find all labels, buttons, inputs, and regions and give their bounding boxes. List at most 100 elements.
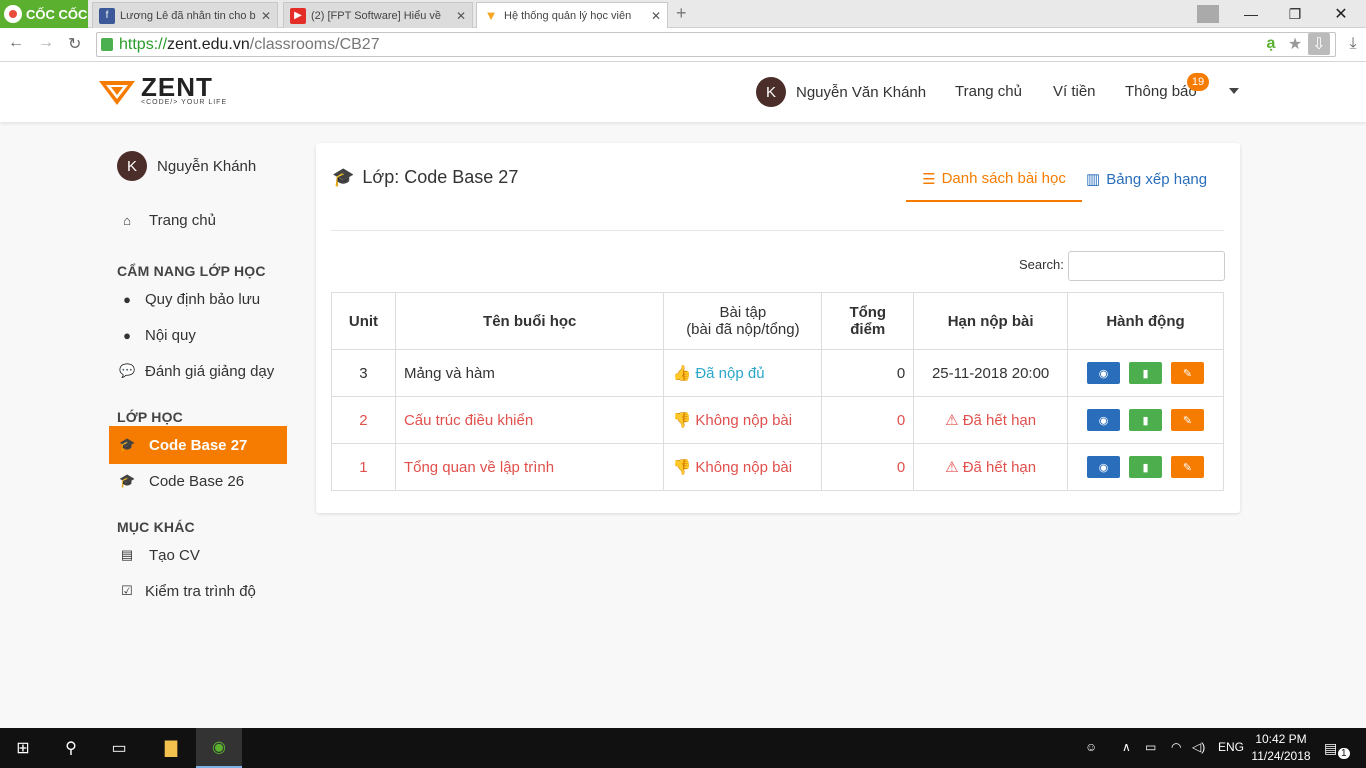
sidebar-item-create-cv[interactable]: ▤ Tạo CV	[109, 537, 287, 573]
nav-link-notifications[interactable]: Thông báo	[1125, 83, 1197, 100]
sidebar-item-codebase27[interactable]: 🎓 Code Base 27	[109, 426, 287, 464]
nav-link-wallet[interactable]: Ví tiền	[1053, 83, 1096, 100]
browser-tab-youtube[interactable]: ▶ (2) [FPT Software] Hiểu về ✕	[283, 2, 473, 28]
url-input[interactable]: https://zent.edu.vn/classrooms/CB27	[96, 32, 1336, 57]
input-language[interactable]: ENG	[1218, 740, 1244, 754]
view-button[interactable]: ◉	[1087, 362, 1120, 384]
coccoc-menu-button[interactable]: CỐC CỐC	[0, 0, 88, 28]
column-header-deadline[interactable]: Hạn nộp bài	[913, 292, 1068, 350]
file-explorer-icon[interactable]: ▇	[148, 728, 194, 768]
header-homework-sub: (bài đã nộp/tổng)	[686, 321, 800, 338]
navbar-user[interactable]: K Nguyễn Văn Khánh	[756, 77, 926, 107]
homework-button[interactable]: ▮	[1129, 362, 1162, 384]
sidebar-item-retention-policy[interactable]: ● Quy định bảo lưu	[109, 281, 287, 317]
warning-icon: ⚠	[945, 459, 959, 476]
sidebar-item-codebase26[interactable]: 🎓 Code Base 26	[109, 463, 287, 499]
minimize-icon[interactable]: —	[1228, 0, 1274, 28]
bookmark-star-icon[interactable]: ★	[1284, 33, 1306, 55]
close-tab-icon[interactable]: ✕	[651, 9, 661, 23]
action-center-icon[interactable]: ▤	[1324, 740, 1337, 757]
chevron-down-icon[interactable]	[1229, 88, 1239, 94]
volume-icon[interactable]: ◁)	[1192, 740, 1205, 754]
column-header-homework[interactable]: Bài tập (bài đã nộp/tổng)	[663, 292, 823, 350]
sidebar-item-teaching-review[interactable]: 💬 Đánh giá giảng dạy	[109, 353, 287, 389]
sidebar-item-home[interactable]: ⌂ Trang chủ	[109, 202, 287, 238]
graduation-cap-icon: 🎓	[119, 473, 136, 488]
windows-taskbar: ⊞ ⚲ ▭ ▇ ◉ ☺ ∧ ▭ ◠ ◁) ENG 10:42 PM 11/24/…	[0, 728, 1366, 768]
table-row: 1 Tổng quan về lập trình 👎 Không nộp bài…	[331, 443, 1224, 491]
profile-icon[interactable]	[1186, 0, 1230, 28]
tab-title: (2) [FPT Software] Hiểu về	[311, 9, 442, 22]
submit-button[interactable]: ✎	[1171, 362, 1204, 384]
chevron-up-icon[interactable]: ∧	[1122, 740, 1131, 754]
page-title-text: Lớp: Code Base 27	[362, 167, 519, 187]
tab-lesson-list[interactable]: ☰ Danh sách bài học	[906, 170, 1082, 202]
graduation-cap-icon: 🎓	[332, 167, 355, 187]
sidebar-user[interactable]: K Nguyễn Khánh	[117, 151, 256, 181]
coccoc-taskbar-icon[interactable]: ◉	[196, 728, 242, 768]
sidebar-section-other: MỤC KHÁC	[117, 519, 195, 535]
new-tab-icon[interactable]: +	[676, 3, 687, 24]
sidebar-item-label: Code Base 27	[149, 436, 248, 454]
lesson-table: Unit Tên buổi học Bài tập (bài đã nộp/tổn…	[331, 292, 1224, 491]
close-tab-icon[interactable]: ✕	[261, 9, 271, 23]
cell-status: 👍 Đã nộp đủ	[663, 349, 823, 397]
column-header-lesson-name[interactable]: Tên buổi học	[394, 292, 665, 350]
clock-time: 10:42 PM	[1255, 732, 1307, 746]
file-icon: ▮	[1142, 461, 1149, 474]
taskbar-clock[interactable]: 10:42 PM 11/24/2018	[1248, 731, 1314, 765]
reload-icon[interactable]: ↻	[68, 34, 81, 54]
cell-lesson-name: Tổng quan về lập trình	[394, 443, 665, 491]
eye-icon: ◉	[1098, 367, 1109, 380]
cell-score: 0	[821, 396, 915, 444]
zent-icon: ▼	[484, 8, 498, 23]
search-icon[interactable]: ⚲	[48, 728, 94, 768]
bar-chart-icon: ▥	[1086, 171, 1101, 188]
sidebar-item-label: Nội quy	[145, 326, 196, 344]
savior-download-icon[interactable]: ⇩	[1308, 33, 1330, 55]
people-icon[interactable]: ☺	[1085, 740, 1097, 754]
table-row: 3 Mảng và hàm 👍 Đã nộp đủ 0 25-11-2018 2…	[331, 349, 1224, 397]
task-view-icon[interactable]: ▭	[96, 728, 142, 768]
column-header-total-score[interactable]: Tổng điểm	[821, 292, 915, 350]
back-icon[interactable]: ←	[8, 34, 24, 52]
deadline-text: Đã hết hạn	[962, 459, 1037, 476]
status-text: Không nộp bài	[695, 412, 793, 429]
close-tab-icon[interactable]: ✕	[456, 9, 466, 23]
forward-icon[interactable]: →	[38, 34, 54, 52]
windows-start-icon[interactable]: ⊞	[0, 728, 46, 768]
browser-tab-zent[interactable]: ▼ Hệ thống quản lý học viên ✕	[476, 2, 668, 28]
view-button[interactable]: ◉	[1087, 409, 1120, 431]
close-window-icon[interactable]: ✕	[1318, 0, 1364, 28]
nav-link-home[interactable]: Trang chủ	[955, 83, 1022, 100]
sidebar-item-label: Đánh giá giảng dạy	[145, 362, 275, 380]
browser-brand: CỐC CỐC	[26, 6, 88, 22]
view-button[interactable]: ◉	[1087, 456, 1120, 478]
tab-label: Danh sách bài học	[941, 170, 1066, 187]
submit-button[interactable]: ✎	[1171, 409, 1204, 431]
url-path: /classrooms/CB27	[249, 35, 380, 53]
sidebar-item-level-test[interactable]: ☑ Kiểm tra trình độ	[109, 573, 287, 609]
zent-logo[interactable]: ZENT <CODE/> YOUR LIFE	[97, 74, 227, 107]
tab-ranking[interactable]: ▥ Bảng xếp hạng	[1086, 170, 1208, 189]
homework-button[interactable]: ▮	[1129, 456, 1162, 478]
downloads-icon[interactable]: ⤓	[1342, 33, 1364, 55]
tab-label: Bảng xếp hạng	[1106, 170, 1208, 188]
table-header-row: Unit Tên buổi học Bài tập (bài đã nộp/tổn…	[331, 292, 1224, 350]
sidebar-item-rules[interactable]: ● Nội quy	[109, 317, 287, 353]
homework-button[interactable]: ▮	[1129, 409, 1162, 431]
sidebar-item-label: Kiểm tra trình độ	[145, 582, 256, 600]
lock-icon	[101, 38, 113, 51]
zent-logo-icon	[99, 81, 135, 105]
browser-tab-facebook[interactable]: f Lương Lê đã nhắn tin cho bạn ✕	[92, 2, 278, 28]
column-header-unit[interactable]: Unit	[331, 292, 396, 350]
battery-icon[interactable]: ▭	[1145, 740, 1156, 754]
submit-button[interactable]: ✎	[1171, 456, 1204, 478]
search-label: Search:	[1019, 257, 1064, 272]
search-input[interactable]	[1068, 251, 1225, 281]
coccoc-dictionary-icon[interactable]: ạ	[1260, 33, 1282, 55]
youtube-icon: ▶	[290, 7, 306, 24]
restore-icon[interactable]: ❐	[1272, 0, 1318, 28]
sidebar-item-label: Tạo CV	[149, 546, 200, 564]
wifi-icon[interactable]: ◠	[1171, 740, 1181, 754]
